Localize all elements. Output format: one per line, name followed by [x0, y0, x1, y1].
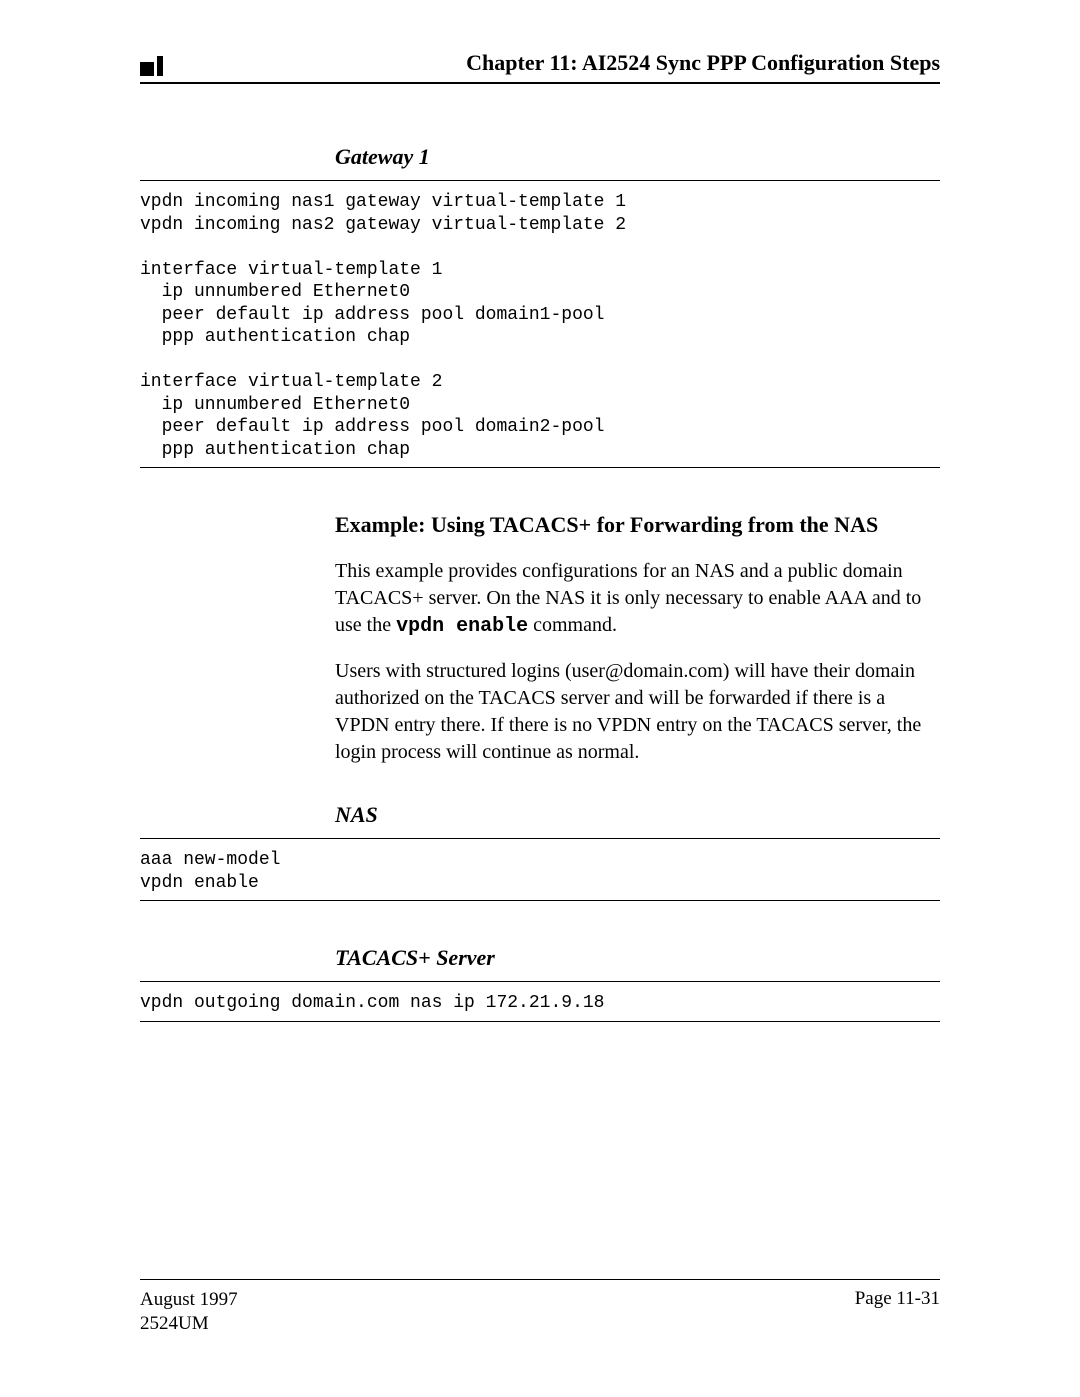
text: command. — [528, 614, 617, 636]
code-nas: aaa new-model vpdn enable — [140, 849, 940, 894]
rule — [140, 467, 940, 468]
rule — [140, 180, 940, 181]
rule — [140, 1021, 940, 1022]
paragraph: This example provides configurations for… — [335, 558, 940, 640]
logo-icon — [140, 56, 163, 76]
rule — [140, 900, 940, 901]
heading-gateway1: Gateway 1 — [335, 144, 940, 170]
code-gateway1: vpdn incoming nas1 gateway virtual-templ… — [140, 191, 940, 461]
footer-date: August 1997 — [140, 1288, 238, 1313]
page-footer: August 1997 2524UM Page 11-31 — [140, 1279, 940, 1337]
chapter-title: Chapter 11: AI2524 Sync PPP Configuratio… — [466, 50, 940, 76]
code-tacacs: vpdn outgoing domain.com nas ip 172.21.9… — [140, 992, 940, 1015]
footer-doc: 2524UM — [140, 1312, 238, 1337]
inline-code: vpdn enable — [396, 615, 528, 638]
heading-example: Example: Using TACACS+ for Forwarding fr… — [335, 512, 940, 538]
footer-page: Page 11-31 — [855, 1288, 940, 1337]
heading-tacacs: TACACS+ Server — [335, 945, 940, 971]
rule — [140, 838, 940, 839]
paragraph: Users with structured logins (user@domai… — [335, 658, 940, 766]
page: Chapter 11: AI2524 Sync PPP Configuratio… — [0, 0, 1080, 1397]
footer-left: August 1997 2524UM — [140, 1288, 238, 1337]
heading-nas: NAS — [335, 802, 940, 828]
rule — [140, 981, 940, 982]
page-header: Chapter 11: AI2524 Sync PPP Configuratio… — [140, 50, 940, 84]
